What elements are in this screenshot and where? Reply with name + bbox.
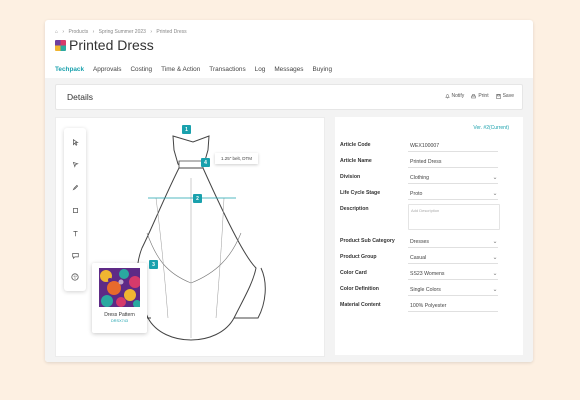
form-row-color-card: Color Card SS23 Womens ⌄ xyxy=(340,267,498,281)
save-button[interactable]: Save xyxy=(495,93,514,99)
color-card-select[interactable]: SS23 Womens ⌄ xyxy=(408,268,498,280)
app-window: ⌂ › Products › Spring Summer 2023 › Prin… xyxy=(45,20,533,362)
text-tool[interactable] xyxy=(69,227,81,239)
arrow-cursor-icon xyxy=(72,161,79,168)
marker-4[interactable]: 4 xyxy=(201,158,210,167)
techpack-canvas[interactable]: 1 4 2 3 1.25" belt, DTM Dress Pattern DR… xyxy=(55,117,325,357)
breadcrumb-item-current: Printed Dress xyxy=(156,29,187,35)
sub-category-label: Product Sub Category xyxy=(340,238,395,244)
material-content-field[interactable]: 100% Polyester xyxy=(408,300,498,312)
color-card-label: Color Card xyxy=(340,270,367,276)
crop-tool[interactable] xyxy=(69,204,81,216)
pattern-card[interactable]: Dress Pattern DRSX743 xyxy=(92,263,147,333)
select-tool[interactable] xyxy=(69,136,81,148)
description-label: Description xyxy=(340,206,369,212)
save-label: Save xyxy=(502,93,514,99)
article-name-field[interactable]: Printed Dress xyxy=(408,156,498,168)
article-code-field[interactable]: WEX100007 xyxy=(408,140,498,152)
chevron-down-icon: ⌄ xyxy=(492,255,498,261)
pattern-name: Dress Pattern xyxy=(104,312,135,318)
product-group-label: Product Group xyxy=(340,254,377,260)
chevron-down-icon: ⌄ xyxy=(492,287,498,293)
notify-button[interactable]: Notify xyxy=(444,93,465,99)
life-cycle-label: Life Cycle Stage xyxy=(340,190,381,196)
crop-icon xyxy=(72,207,78,213)
color-tool[interactable] xyxy=(69,271,81,283)
chevron-down-icon: ⌄ xyxy=(492,271,498,277)
form-row-article-code: Article Code WEX100007 xyxy=(340,139,498,153)
sub-category-select[interactable]: Dresses ⌄ xyxy=(408,236,498,248)
print-button[interactable]: Print xyxy=(471,93,489,99)
form-row-sub-category: Product Sub Category Dresses ⌄ xyxy=(340,235,498,249)
description-textarea[interactable]: Add Description xyxy=(408,204,500,230)
move-tool[interactable] xyxy=(69,158,81,170)
chevron-down-icon: ⌄ xyxy=(492,175,498,181)
form-row-material-content: Material Content 100% Polyester xyxy=(340,299,498,313)
comment-tool[interactable] xyxy=(69,249,81,261)
draw-tool[interactable] xyxy=(69,181,81,193)
bell-icon xyxy=(444,93,450,98)
details-header: Details Notify Print Save xyxy=(55,84,523,110)
form-row-product-group: Product Group Casual ⌄ xyxy=(340,251,498,265)
chevron-down-icon: ⌄ xyxy=(492,239,498,245)
pointer-icon xyxy=(72,138,79,146)
pattern-code: DRSX743 xyxy=(111,319,128,323)
save-icon xyxy=(495,93,501,99)
version-link[interactable]: Ver. #2(Current) xyxy=(473,125,509,131)
life-cycle-select[interactable]: Proto ⌄ xyxy=(408,188,498,200)
page-title: Printed Dress xyxy=(69,37,154,53)
material-content-label: Material Content xyxy=(340,302,381,308)
print-icon xyxy=(471,93,477,98)
breadcrumb-item-season[interactable]: Spring Summer 2023 xyxy=(99,29,146,35)
home-icon[interactable]: ⌂ xyxy=(55,29,58,35)
product-thumbnail xyxy=(55,39,66,51)
division-label: Division xyxy=(340,174,361,180)
print-label: Print xyxy=(478,93,489,99)
article-name-label: Article Name xyxy=(340,158,372,164)
breadcrumb-item-products[interactable]: Products xyxy=(68,29,88,35)
text-icon xyxy=(72,230,78,236)
annotation-callout: 1.25" belt, DTM xyxy=(215,153,258,164)
palette-icon xyxy=(71,273,79,281)
form-row-article-name: Article Name Printed Dress xyxy=(340,155,498,169)
form-row-color-definition: Color Definition Single Colors ⌄ xyxy=(340,283,498,297)
comment-icon xyxy=(71,252,79,259)
header-actions: Notify Print Save xyxy=(438,93,514,99)
marker-3[interactable]: 3 xyxy=(149,260,158,269)
product-group-select[interactable]: Casual ⌄ xyxy=(408,252,498,264)
sketch-toolbar xyxy=(64,128,86,291)
details-form: Ver. #2(Current) Article Code WEX100007 … xyxy=(335,117,523,355)
pencil-icon xyxy=(72,184,78,190)
form-row-division: Division Clothing ⌄ xyxy=(340,171,498,185)
marker-1[interactable]: 1 xyxy=(182,125,191,134)
marker-2[interactable]: 2 xyxy=(193,194,202,203)
article-code-label: Article Code xyxy=(340,142,371,148)
notify-label: Notify xyxy=(451,93,465,99)
color-definition-select[interactable]: Single Colors ⌄ xyxy=(408,284,498,296)
form-row-life-cycle: Life Cycle Stage Proto ⌄ xyxy=(340,187,498,201)
page-header: Printed Dress xyxy=(55,37,154,53)
breadcrumb: ⌂ › Products › Spring Summer 2023 › Prin… xyxy=(55,29,187,35)
chevron-down-icon: ⌄ xyxy=(492,191,498,197)
pattern-swatch xyxy=(99,268,140,307)
form-row-description: Description Add Description xyxy=(340,203,500,233)
details-title: Details xyxy=(67,92,93,102)
division-select[interactable]: Clothing ⌄ xyxy=(408,172,498,184)
color-definition-label: Color Definition xyxy=(340,286,379,292)
